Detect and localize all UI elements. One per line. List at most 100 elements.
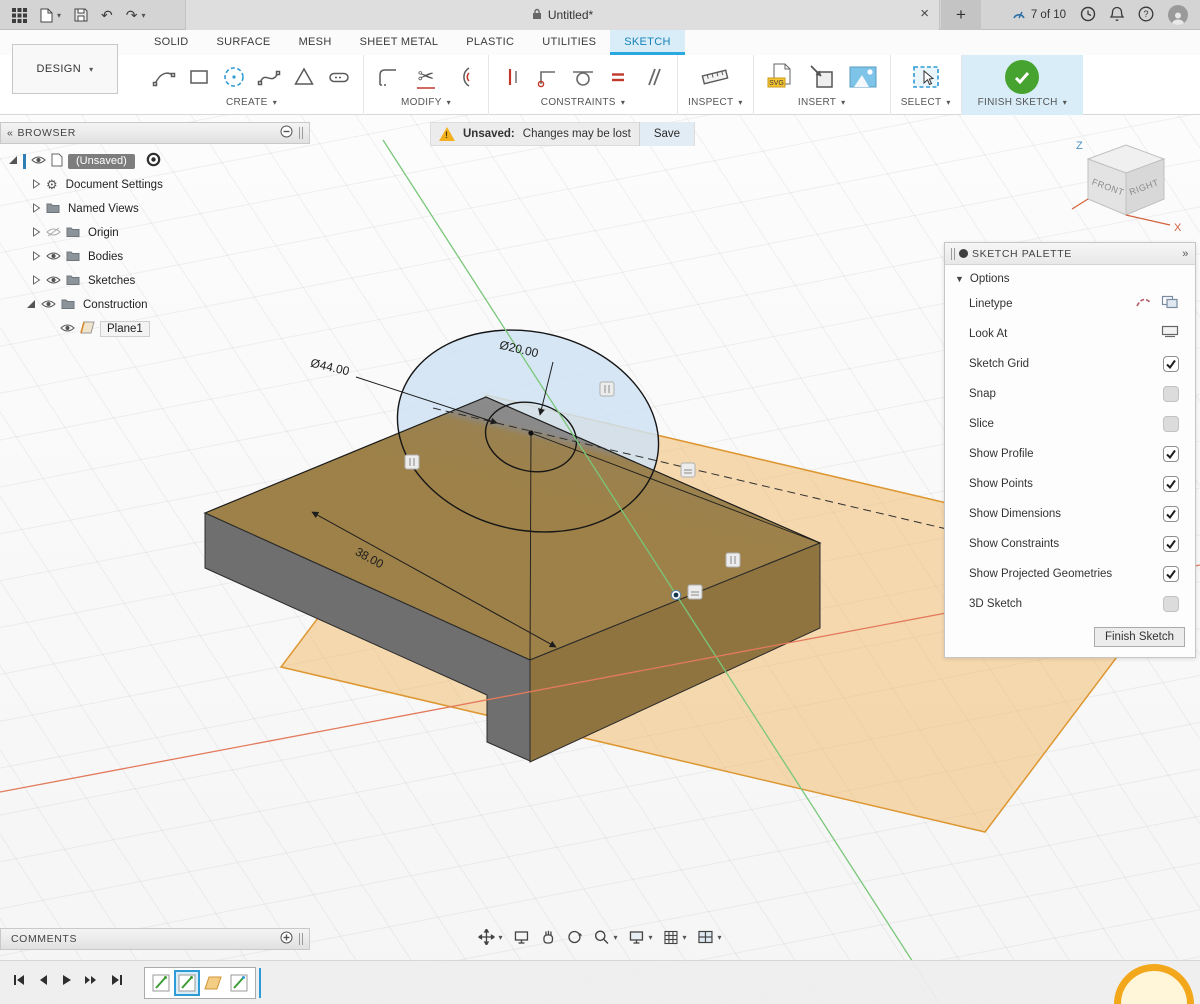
tab-mesh[interactable]: MESH bbox=[285, 30, 346, 55]
checkbox-show-points[interactable] bbox=[1163, 476, 1179, 492]
expand-icon[interactable] bbox=[32, 203, 41, 216]
expand-icon[interactable] bbox=[8, 155, 18, 168]
parallel-constraint-button[interactable] bbox=[639, 63, 667, 91]
grid-settings-button[interactable]: ▾ bbox=[664, 930, 687, 945]
select-group-label[interactable]: SELECT ▾ bbox=[901, 97, 951, 108]
tab-solid[interactable]: SOLID bbox=[140, 30, 203, 55]
finish-sketch-check-icon[interactable] bbox=[1005, 60, 1039, 94]
tab-surface[interactable]: SURFACE bbox=[203, 30, 285, 55]
expand-icon[interactable] bbox=[32, 275, 41, 288]
browser-item-sketches[interactable]: Sketches bbox=[0, 269, 310, 293]
inspect-group-label[interactable]: INSPECT ▾ bbox=[688, 97, 743, 108]
measure-tool-button[interactable] bbox=[698, 60, 732, 94]
vertical-horizontal-constraint-button[interactable] bbox=[499, 63, 527, 91]
hide-panel-icon[interactable] bbox=[280, 125, 293, 141]
checkbox-snap[interactable] bbox=[1163, 386, 1179, 402]
look-at-icon[interactable] bbox=[1161, 325, 1179, 343]
checkbox-show-constraints[interactable] bbox=[1163, 536, 1179, 552]
fit-button[interactable] bbox=[513, 930, 529, 945]
checkbox-sketch-grid[interactable] bbox=[1163, 356, 1179, 372]
save-button[interactable]: Save bbox=[639, 122, 694, 146]
finish-sketch-label[interactable]: FINISH SKETCH ▾ bbox=[978, 97, 1067, 108]
tab-utilities[interactable]: UTILITIES bbox=[528, 30, 610, 55]
checkbox-show-profile[interactable] bbox=[1163, 446, 1179, 462]
pan-hand-button[interactable] bbox=[540, 929, 555, 945]
tab-sketch[interactable]: SKETCH bbox=[610, 30, 684, 55]
timeline-play-button[interactable] bbox=[60, 973, 72, 992]
checkbox-show-projected-geometries[interactable] bbox=[1163, 566, 1179, 582]
trim-tool-button[interactable]: ✂ bbox=[409, 60, 443, 94]
eye-icon[interactable] bbox=[46, 275, 61, 288]
tab-plastic[interactable]: PLASTIC bbox=[452, 30, 528, 55]
expand-icon[interactable] bbox=[32, 251, 41, 264]
equal-constraint-button[interactable] bbox=[604, 63, 632, 91]
browser-item-document-settings[interactable]: ⚙ Document Settings bbox=[0, 173, 310, 197]
expand-icon[interactable] bbox=[32, 227, 41, 240]
user-avatar[interactable] bbox=[1168, 5, 1188, 25]
spline-tool-button[interactable] bbox=[255, 63, 283, 91]
tangent-constraint-button[interactable] bbox=[569, 63, 597, 91]
add-comment-icon[interactable] bbox=[280, 931, 293, 947]
browser-item-plane1[interactable]: Plane1 bbox=[0, 317, 310, 341]
browser-item-construction[interactable]: Construction bbox=[0, 293, 310, 317]
select-tool-button[interactable] bbox=[909, 60, 943, 94]
palette-options-section[interactable]: ▼ Options bbox=[945, 265, 1195, 289]
rectangle-tool-button[interactable] bbox=[185, 63, 213, 91]
job-status[interactable]: 7 of 10 bbox=[1012, 7, 1066, 23]
browser-item-origin[interactable]: Origin bbox=[0, 221, 310, 245]
browser-item-root[interactable]: (Unsaved) bbox=[0, 149, 310, 173]
close-document-icon[interactable]: × bbox=[920, 4, 929, 24]
expand-icon[interactable] bbox=[32, 179, 41, 192]
eye-icon[interactable] bbox=[41, 299, 56, 312]
viewport[interactable]: Ø44.00 Ø20.00 38.00 « BROWSER bbox=[0, 115, 1200, 1004]
help-icon[interactable]: ? bbox=[1138, 6, 1154, 25]
view-cube[interactable]: FRONT RIGHT Z X bbox=[1066, 135, 1186, 240]
constraints-group-label[interactable]: CONSTRAINTS ▾ bbox=[541, 97, 625, 108]
modify-group-label[interactable]: MODIFY ▾ bbox=[401, 97, 451, 108]
timeline-plane-feature[interactable] bbox=[202, 972, 224, 994]
notifications-bell-icon[interactable] bbox=[1110, 6, 1124, 25]
timeline-sketch-feature[interactable] bbox=[150, 972, 172, 994]
undo-icon[interactable]: ↶ bbox=[101, 7, 113, 24]
slot-tool-button[interactable] bbox=[325, 63, 353, 91]
collapse-palette-icon[interactable]: » bbox=[1182, 248, 1189, 260]
browser-item-named-views[interactable]: Named Views bbox=[0, 197, 310, 221]
panel-grip[interactable] bbox=[299, 127, 303, 139]
insert-group-label[interactable]: INSERT ▾ bbox=[798, 97, 846, 108]
offset-tool-button[interactable] bbox=[450, 63, 478, 91]
timeline-sketch-feature-2[interactable] bbox=[228, 972, 250, 994]
insert-derive-button[interactable] bbox=[805, 60, 839, 94]
orbit-button[interactable] bbox=[566, 929, 582, 945]
timeline-step-back-button[interactable] bbox=[37, 973, 49, 992]
polygon-tool-button[interactable] bbox=[290, 63, 318, 91]
collapse-panel-icon[interactable]: « bbox=[7, 127, 13, 139]
line-tool-button[interactable] bbox=[150, 63, 178, 91]
palette-grip[interactable] bbox=[951, 248, 955, 260]
zoom-button[interactable]: ▾ bbox=[593, 929, 617, 945]
eye-icon[interactable] bbox=[60, 323, 75, 336]
workspace-selector[interactable]: DESIGN▾ bbox=[12, 44, 118, 94]
activate-component-icon[interactable] bbox=[146, 152, 161, 170]
construction-linetype-icon[interactable] bbox=[1135, 295, 1153, 314]
sketch-palette-header[interactable]: SKETCH PALETTE » bbox=[945, 243, 1195, 265]
insert-image-button[interactable] bbox=[846, 60, 880, 94]
panel-grip[interactable] bbox=[299, 933, 303, 945]
timeline-skip-end-button[interactable] bbox=[110, 973, 124, 992]
collapse-icon[interactable] bbox=[26, 299, 36, 312]
viewports-button[interactable]: ▾ bbox=[698, 930, 722, 944]
tab-sheet-metal[interactable]: SHEET METAL bbox=[346, 30, 453, 55]
checkbox-3d-sketch[interactable] bbox=[1163, 596, 1179, 612]
clock-icon[interactable] bbox=[1080, 6, 1096, 25]
eye-hidden-icon[interactable] bbox=[46, 227, 61, 240]
circle-tool-button[interactable] bbox=[220, 63, 248, 91]
comments-header[interactable]: COMMENTS bbox=[0, 928, 310, 950]
centerline-linetype-icon[interactable] bbox=[1161, 295, 1179, 314]
timeline-skip-start-button[interactable] bbox=[12, 973, 26, 992]
display-settings-button[interactable]: ▾ bbox=[628, 930, 652, 945]
look-at-control[interactable] bbox=[1161, 325, 1179, 343]
browser-item-bodies[interactable]: Bodies bbox=[0, 245, 310, 269]
eye-icon[interactable] bbox=[31, 155, 46, 168]
circle-center-point[interactable] bbox=[528, 430, 533, 435]
finish-sketch-button[interactable]: Finish Sketch bbox=[1094, 627, 1185, 647]
sketch-point[interactable] bbox=[674, 593, 679, 598]
